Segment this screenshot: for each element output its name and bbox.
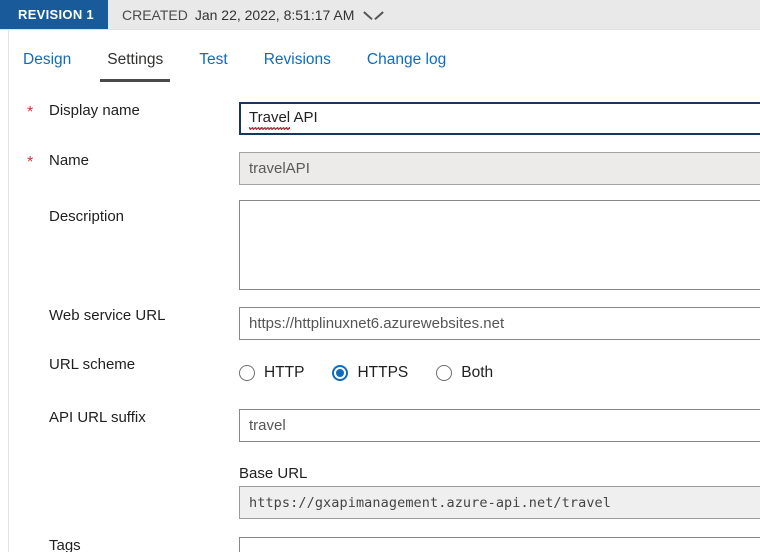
form-row-name: * Name — [9, 152, 760, 185]
api-url-suffix-input[interactable] — [239, 409, 760, 442]
created-label: CREATED — [121, 6, 188, 23]
revision-created-info[interactable]: CREATED Jan 22, 2022, 8:51:17 AM — [108, 0, 382, 29]
form-row-description: Description — [9, 200, 760, 293]
active-tab-indicator — [100, 79, 171, 82]
web-service-url-input[interactable] — [239, 307, 760, 340]
base-url-input[interactable] — [239, 486, 760, 519]
description-label: Description — [49, 208, 125, 225]
tab-revisions-label: Revisions — [263, 51, 331, 68]
name-label-cell: * Name — [9, 152, 239, 171]
tags-field-cell — [239, 537, 760, 552]
left-gutter — [0, 30, 8, 552]
display-name-field-cell: Travel API — [239, 102, 760, 135]
web-service-url-label: Web service URL — [49, 307, 166, 324]
tab-test[interactable]: Test — [181, 30, 245, 87]
web-service-url-field-cell — [239, 307, 760, 340]
chevron-down-icon[interactable] — [365, 10, 382, 20]
name-input — [239, 152, 760, 185]
radio-label-both: Both — [461, 363, 494, 381]
radio-mark-https — [332, 364, 349, 381]
form-row-display-name: * Display name Travel API — [9, 102, 760, 135]
tab-settings-label: Settings — [107, 51, 164, 68]
base-url-field-cell: Base URL — [239, 465, 760, 519]
radio-option-both[interactable]: Both — [436, 364, 493, 382]
description-textarea[interactable] — [239, 200, 760, 290]
api-url-suffix-label: API URL suffix — [49, 409, 146, 426]
form-row-tags: Tags — [9, 537, 760, 552]
name-label: Name — [49, 152, 90, 169]
url-scheme-label: URL scheme — [49, 356, 136, 373]
url-scheme-field-cell: HTTP HTTPS Both — [239, 356, 493, 389]
display-name-label: Display name — [49, 102, 140, 119]
radio-option-http[interactable]: HTTP — [239, 364, 304, 382]
tags-label-cell: Tags — [9, 537, 239, 552]
description-field-cell — [239, 200, 760, 293]
radio-option-https[interactable]: HTTPS — [332, 364, 408, 382]
tab-settings[interactable]: Settings — [89, 30, 181, 87]
created-timestamp: Jan 22, 2022, 8:51:17 AM — [194, 6, 355, 23]
radio-mark-http — [239, 364, 255, 381]
tab-change-log[interactable]: Change log — [349, 30, 464, 87]
form-row-api-url-suffix: API URL suffix — [9, 409, 760, 442]
required-indicator-display-name: * — [27, 103, 34, 121]
api-url-suffix-field-cell — [239, 409, 760, 442]
settings-form: * Display name Travel API * Name Descrip… — [9, 87, 760, 552]
form-row-url-scheme: URL scheme HTTP HTTPS Both — [9, 356, 493, 389]
api-settings-page: REVISION 1 CREATED Jan 22, 2022, 8:51:17… — [0, 0, 760, 552]
radio-mark-both — [436, 364, 453, 381]
api-url-suffix-label-cell: API URL suffix — [9, 409, 239, 426]
tags-input[interactable] — [239, 537, 760, 552]
tab-test-label: Test — [199, 51, 228, 68]
tab-design-label: Design — [23, 51, 72, 68]
radio-label-http: HTTP — [264, 363, 305, 381]
tab-design[interactable]: Design — [9, 30, 89, 87]
tags-label: Tags — [49, 537, 81, 552]
display-name-input[interactable] — [239, 102, 760, 135]
tab-revisions[interactable]: Revisions — [246, 30, 349, 87]
tab-bar: Design Settings Test Revisions Change lo… — [9, 30, 760, 87]
url-scheme-label-cell: URL scheme — [9, 356, 239, 373]
display-name-label-cell: * Display name — [9, 102, 239, 121]
tab-change-log-label: Change log — [366, 51, 447, 68]
form-row-base-url: Base URL — [9, 465, 760, 519]
form-row-web-service-url: Web service URL — [9, 307, 760, 340]
required-indicator-name: * — [27, 153, 34, 171]
revision-bar: REVISION 1 CREATED Jan 22, 2022, 8:51:17… — [0, 0, 760, 30]
revision-badge: REVISION 1 — [0, 0, 108, 29]
base-url-label: Base URL — [239, 465, 308, 482]
description-label-cell: Description — [9, 200, 239, 233]
web-service-url-label-cell: Web service URL — [9, 307, 239, 324]
url-scheme-radio-group: HTTP HTTPS Both — [239, 356, 493, 389]
name-field-cell — [239, 152, 760, 185]
radio-label-https: HTTPS — [357, 363, 409, 381]
